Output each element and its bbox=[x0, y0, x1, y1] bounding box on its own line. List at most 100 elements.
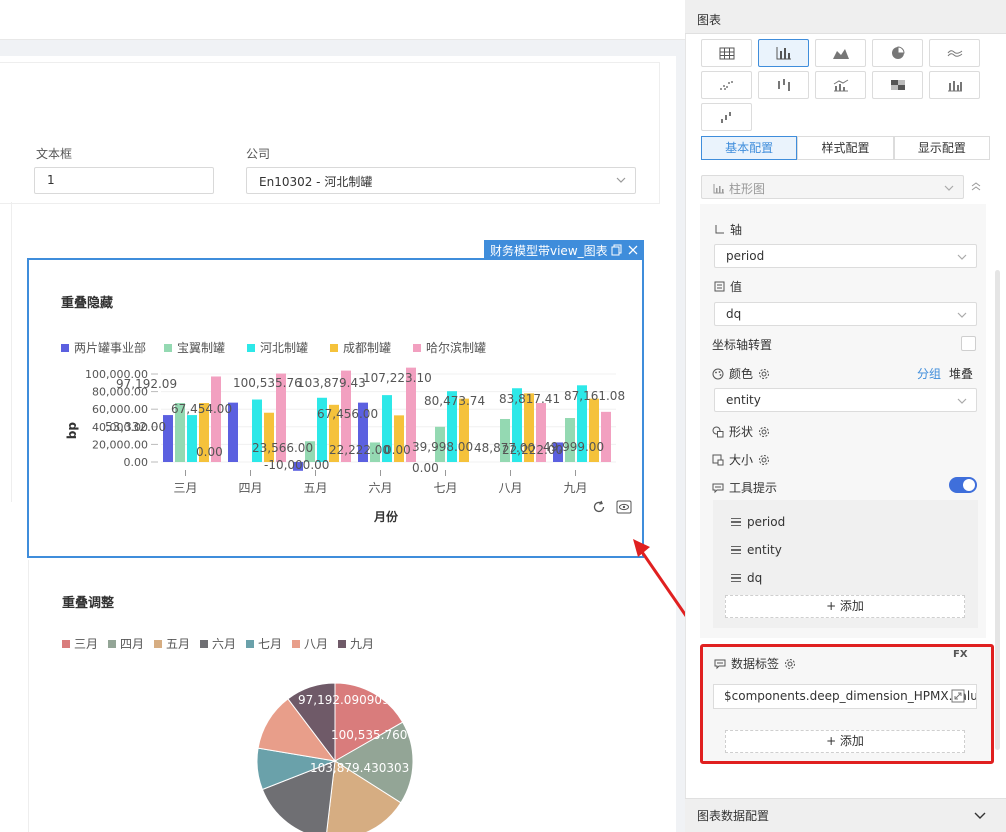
drag-handle-icon[interactable] bbox=[731, 574, 741, 582]
legend-swatch[interactable] bbox=[247, 344, 255, 352]
tooltip-field-item[interactable]: entity bbox=[731, 543, 782, 557]
x-tick-label: 七月 bbox=[433, 481, 457, 495]
chevron-down-icon bbox=[616, 175, 626, 184]
chart-type-button[interactable] bbox=[701, 71, 752, 99]
chart-type-button[interactable] bbox=[929, 39, 980, 67]
legend-label[interactable]: 三月 bbox=[74, 637, 98, 651]
tab-style[interactable]: 样式配置 bbox=[797, 136, 894, 160]
data-label: 0.00 bbox=[196, 445, 223, 459]
tooltip-field-label: entity bbox=[747, 543, 782, 557]
data-label: 80,473.74 bbox=[424, 394, 485, 408]
color-select[interactable]: entity bbox=[714, 388, 977, 412]
chart-type-button[interactable] bbox=[872, 39, 923, 67]
legend-swatch[interactable] bbox=[108, 640, 116, 648]
gear-icon[interactable] bbox=[758, 426, 770, 438]
legend-label[interactable]: 两片罐事业部 bbox=[74, 340, 146, 355]
legend-swatch[interactable] bbox=[292, 640, 300, 648]
bar-chart: 两片罐事业部 宝翼制罐 河北制罐 成都制罐 哈尔滨制罐100,000.0080,000.… bbox=[61, 340, 625, 524]
chart-type-button[interactable] bbox=[815, 39, 866, 67]
data-label-expression-input[interactable]: $components.deep_dimension_HPMX.value bbox=[713, 684, 977, 709]
bar-chart-card[interactable]: 重叠隐藏 两片罐事业部 宝翼制罐 河北制罐 成都制罐 哈尔滨制罐 100,000.00 80… bbox=[27, 258, 644, 558]
label-icon bbox=[714, 659, 726, 669]
chart-type-value: 柱形图 bbox=[729, 182, 766, 196]
legend-swatch[interactable] bbox=[154, 640, 162, 648]
panel-scrollbar[interactable] bbox=[995, 270, 1000, 750]
legend-swatch[interactable] bbox=[330, 344, 338, 352]
size-icon bbox=[712, 454, 724, 465]
refresh-icon[interactable] bbox=[592, 500, 606, 514]
add-tooltip-field-button[interactable]: + 添加 bbox=[725, 595, 965, 618]
gear-icon[interactable] bbox=[758, 368, 770, 380]
area-chart-icon bbox=[832, 49, 849, 59]
legend-swatch[interactable] bbox=[200, 640, 208, 648]
drag-handle-icon[interactable] bbox=[731, 518, 741, 526]
tab-display[interactable]: 显示配置 bbox=[893, 136, 990, 160]
drag-handle-icon[interactable] bbox=[731, 546, 741, 554]
legend-label[interactable]: 七月 bbox=[258, 637, 282, 651]
chevron-down-icon bbox=[957, 252, 967, 261]
x-tick-label: 四月 bbox=[238, 481, 262, 495]
chart-type-button[interactable] bbox=[701, 39, 752, 67]
expand-icon[interactable] bbox=[951, 689, 965, 703]
chart-data-config-header[interactable]: 图表数据配置 bbox=[685, 798, 1006, 832]
legend-label[interactable]: 河北制罐 bbox=[260, 341, 308, 355]
bar-chart-icon bbox=[776, 47, 791, 60]
legend-swatch[interactable] bbox=[61, 344, 69, 352]
tab-basic[interactable]: 基本配置 bbox=[701, 136, 798, 160]
chart-type-button[interactable] bbox=[758, 39, 809, 67]
chart-type-button[interactable] bbox=[701, 103, 752, 131]
legend-label[interactable]: 四月 bbox=[120, 637, 144, 651]
data-label: 87,161.08 bbox=[564, 389, 625, 403]
pie-chart-card[interactable]: 重叠调整 三月 四月 五月 六月 七月 八月 九月 97,192.090909 100,535.… bbox=[28, 560, 644, 832]
gear-icon[interactable] bbox=[784, 658, 796, 670]
legend-label[interactable]: 六月 bbox=[212, 637, 236, 651]
legend-swatch[interactable] bbox=[62, 640, 70, 648]
collapse-up-icon[interactable] bbox=[971, 182, 981, 192]
chart-type-button[interactable] bbox=[815, 71, 866, 99]
legend-swatch[interactable] bbox=[164, 344, 172, 352]
tooltip-field-item[interactable]: dq bbox=[731, 571, 762, 585]
value-select[interactable]: dq bbox=[714, 302, 977, 326]
color-stack-option[interactable]: 堆叠 bbox=[949, 365, 973, 382]
tooltip-toggle[interactable] bbox=[949, 477, 977, 493]
legend-label[interactable]: 九月 bbox=[350, 637, 374, 651]
swap-axis-checkbox[interactable] bbox=[961, 336, 976, 351]
legend-swatch[interactable] bbox=[246, 640, 254, 648]
legend-label[interactable]: 宝翼制罐 bbox=[177, 341, 225, 355]
preview-eye-icon[interactable] bbox=[616, 500, 632, 514]
waterfall-icon bbox=[720, 112, 731, 123]
data-label: 53,332.00 bbox=[105, 420, 166, 434]
add-data-label-button[interactable]: + 添加 bbox=[725, 730, 965, 753]
color-label-text: 颜色 bbox=[729, 367, 754, 381]
color-group-option[interactable]: 分组 bbox=[917, 365, 941, 382]
close-icon[interactable] bbox=[628, 245, 638, 255]
tooltip-field-item[interactable]: period bbox=[731, 515, 785, 529]
chart-type-button[interactable] bbox=[929, 71, 980, 99]
legend-swatch[interactable] bbox=[413, 344, 421, 352]
value-select-value: dq bbox=[726, 307, 742, 321]
pie-data-label: 103,879.430303 bbox=[310, 761, 409, 775]
chart-component-tag[interactable]: 财务模型带view_图表 bbox=[484, 240, 644, 259]
legend-label[interactable]: 成都制罐 bbox=[343, 341, 391, 355]
legend-label[interactable]: 五月 bbox=[166, 637, 190, 651]
gear-icon[interactable] bbox=[758, 454, 770, 466]
tag-actions bbox=[611, 242, 638, 256]
y-tick-label: 60,000.00 bbox=[92, 403, 148, 416]
chart-type-button[interactable] bbox=[872, 71, 923, 99]
chart-type-button[interactable] bbox=[758, 71, 809, 99]
axis-select[interactable]: period bbox=[714, 244, 977, 268]
copy-icon[interactable] bbox=[611, 244, 622, 256]
legend-label[interactable]: 哈尔滨制罐 bbox=[426, 340, 486, 355]
chart-type-select[interactable]: 柱形图 bbox=[701, 175, 964, 199]
fx-button[interactable]: FX bbox=[953, 649, 968, 660]
pie-chart-icon bbox=[891, 46, 905, 59]
textbox-input[interactable]: 1 bbox=[34, 167, 214, 194]
bar[interactable] bbox=[601, 411, 611, 462]
legend-swatch[interactable] bbox=[338, 640, 346, 648]
legend-label[interactable]: 八月 bbox=[304, 637, 328, 651]
chart-data-config-label: 图表数据配置 bbox=[697, 809, 770, 823]
data-label: 107,223.10 bbox=[363, 371, 432, 385]
company-select[interactable]: En10302 - 河北制罐 bbox=[246, 167, 636, 194]
data-label: 83,817.41 bbox=[499, 392, 560, 406]
value-label-text: 值 bbox=[730, 280, 743, 294]
